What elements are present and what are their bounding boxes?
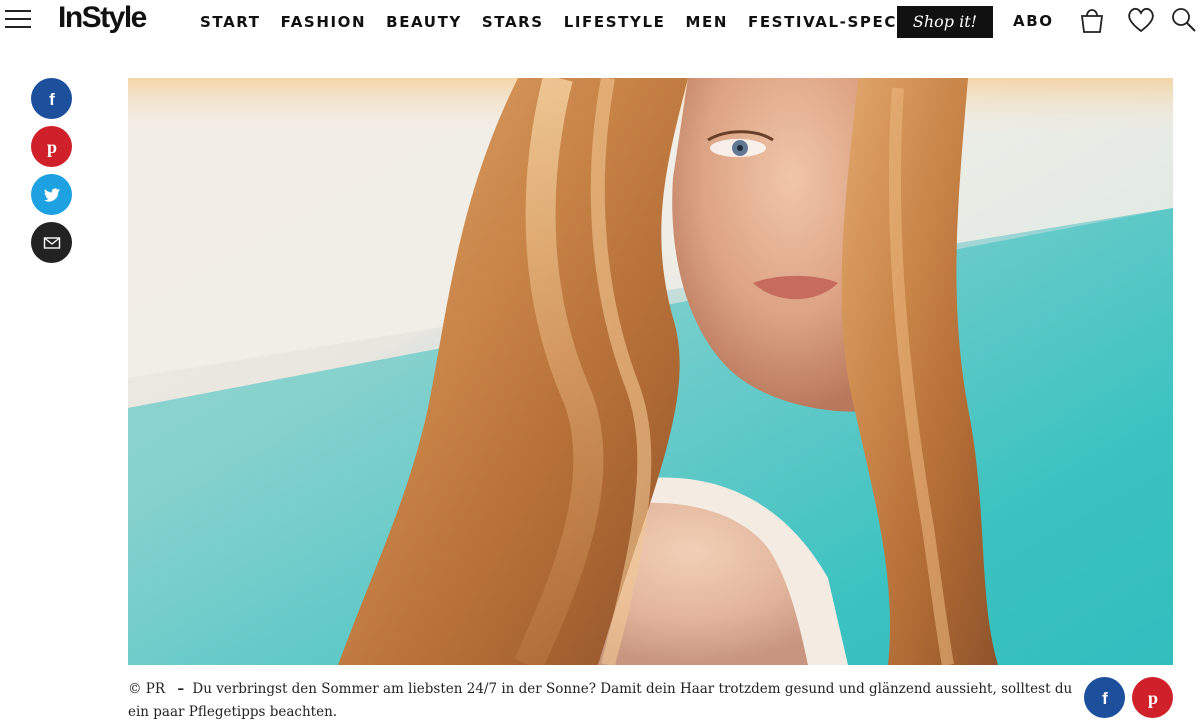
svg-text:p: p: [1147, 688, 1157, 708]
photo-credit: © PR: [128, 681, 166, 697]
svg-text:p: p: [46, 137, 56, 157]
site-logo[interactable]: InStyle: [58, 0, 147, 36]
svg-text:f: f: [49, 90, 55, 109]
site-header: InStyle START FASHION BEAUTY STARS LIFES…: [0, 0, 1200, 44]
pinterest-share-button[interactable]: p: [31, 126, 72, 167]
facebook-share-button[interactable]: f: [31, 78, 72, 119]
pinterest-icon: p: [1147, 688, 1157, 708]
caption-facebook-share-button[interactable]: f: [1084, 677, 1125, 718]
caption-text: Du verbringst den Sommer am liebsten 24/…: [128, 681, 1073, 720]
caption-separator: –: [177, 681, 185, 697]
nav-item-beauty[interactable]: BEAUTY: [386, 12, 462, 32]
heart-icon[interactable]: [1125, 4, 1157, 36]
twitter-icon: [43, 187, 60, 202]
search-icon[interactable]: [1168, 4, 1200, 36]
nav-item-start[interactable]: START: [200, 12, 261, 32]
svg-text:f: f: [1102, 689, 1108, 708]
nav-item-fashion[interactable]: FASHION: [281, 12, 367, 32]
twitter-share-button[interactable]: [31, 174, 72, 215]
nav-item-stars[interactable]: STARS: [482, 12, 544, 32]
main-nav: START FASHION BEAUTY STARS LIFESTYLE MEN…: [200, 12, 948, 32]
facebook-icon: f: [1102, 689, 1108, 708]
image-caption: © PR – Du verbringst den Sommer am liebs…: [128, 678, 1073, 724]
mail-share-button[interactable]: [31, 222, 72, 263]
pinterest-icon: p: [46, 137, 56, 157]
shop-it-button[interactable]: Shop it!: [897, 6, 993, 38]
menu-icon[interactable]: [5, 8, 31, 30]
shopping-bag-icon[interactable]: [1076, 4, 1108, 36]
facebook-icon: f: [49, 90, 55, 109]
hero-image: [128, 78, 1173, 665]
nav-item-lifestyle[interactable]: LIFESTYLE: [564, 12, 666, 32]
nav-item-men[interactable]: MEN: [685, 12, 728, 32]
mail-icon: [43, 236, 60, 249]
caption-pinterest-share-button[interactable]: p: [1132, 677, 1173, 718]
abo-link[interactable]: ABO: [1013, 12, 1054, 30]
